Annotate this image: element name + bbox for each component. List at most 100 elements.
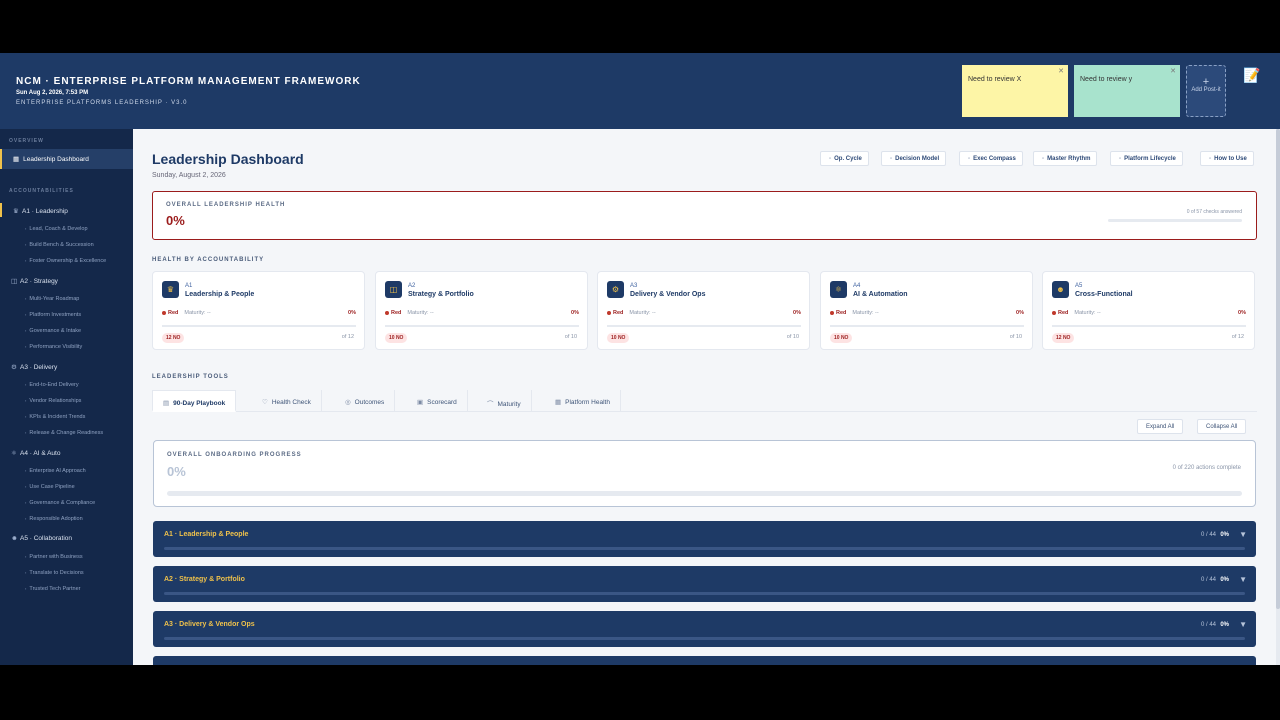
tab-platform-health[interactable]: ▦ Platform Health: [545, 390, 621, 412]
accordion-a2[interactable]: A2 · Strategy & Portfolio 0 / 44 0% ▼: [153, 566, 1256, 602]
sidebar-subitem[interactable]: Enterprise AI Approach: [25, 468, 85, 474]
sidebar-subitem[interactable]: Performance Visibility: [25, 344, 82, 350]
sidebar-item-leadership-dashboard[interactable]: ▦ Leadership Dashboard: [0, 149, 133, 169]
onboarding-value: 0%: [167, 464, 186, 479]
accordion-a3[interactable]: A3 · Delivery & Vendor Ops 0 / 44 0% ▼: [153, 611, 1256, 647]
chevron-down-icon[interactable]: ▼: [1239, 530, 1247, 539]
accordion-percent: 0%: [1220, 577, 1229, 583]
sidebar-subitem[interactable]: Governance & Compliance: [25, 500, 95, 506]
how-to-use-button[interactable]: How to Use: [1200, 151, 1254, 166]
accordion-count: 0 / 44: [1200, 622, 1216, 628]
sidebar-subitem[interactable]: Foster Ownership & Excellence: [25, 258, 106, 264]
maturity-label: Maturity: --: [1074, 310, 1101, 316]
postit-note-1[interactable]: Need to review X ✕: [962, 65, 1068, 117]
expand-all-button[interactable]: Expand All: [1137, 419, 1184, 434]
pulse-icon: ♡: [262, 399, 268, 406]
accountability-card-a2[interactable]: ◫ A2 Strategy & Portfolio Red Maturity: -…: [375, 271, 588, 350]
maturity-label: Maturity: --: [407, 310, 434, 316]
accountability-card-a1[interactable]: ♛ A1 Leadership & People Red Maturity: --…: [152, 271, 365, 350]
card-status-row: Red Maturity: -- 0%: [830, 310, 1024, 316]
add-postit-button[interactable]: + Add Post-it: [1186, 65, 1226, 117]
sidebar-group-a1[interactable]: ♛ A1 · Leadership: [0, 203, 133, 217]
sidebar-subitem[interactable]: Release & Change Readiness: [25, 430, 103, 436]
tab-health-check[interactable]: ♡ Health Check: [252, 390, 322, 412]
card-percent: 0%: [793, 310, 801, 316]
health-progress-bar: [1108, 219, 1242, 222]
sidebar-subitem[interactable]: Translate to Decisions: [25, 570, 83, 576]
card-percent: 0%: [571, 310, 579, 316]
tab-90-day-playbook[interactable]: ▤ 90-Day Playbook: [152, 390, 237, 412]
sidebar-group-a5[interactable]: ☻ A5 · Collaboration: [0, 531, 133, 545]
sidebar-subitem[interactable]: Partner with Business: [25, 554, 82, 560]
chevron-down-icon[interactable]: ▼: [1239, 575, 1247, 584]
sidebar-subitem[interactable]: Multi-Year Roadmap: [25, 296, 79, 302]
health-label: OVERALL LEADERSHIP HEALTH: [166, 202, 286, 208]
book-icon: ▤: [163, 400, 170, 407]
tab-scorecard[interactable]: ▣ Scorecard: [407, 390, 468, 412]
postit-text[interactable]: Need to review y: [1080, 76, 1132, 83]
tab-label: 90-Day Playbook: [173, 400, 226, 407]
exec-compass-button[interactable]: Exec Compass: [959, 151, 1023, 166]
card-name: AI & Automation: [853, 291, 908, 298]
sidebar-group-a3[interactable]: ⚙ A3 · Delivery: [0, 359, 133, 373]
crown-icon: ♛: [13, 208, 19, 215]
tab-label: Health Check: [271, 399, 311, 406]
card-total: of 10: [1009, 334, 1022, 340]
health-by-accountability-title: HEALTH BY ACCOUNTABILITY: [152, 257, 265, 263]
tab-outcomes[interactable]: ◎ Outcomes: [335, 390, 396, 412]
card-status-row: Red Maturity: -- 0%: [162, 310, 356, 316]
card-name: Delivery & Vendor Ops: [630, 291, 706, 298]
sidebar-subitem[interactable]: Use Case Pipeline: [25, 484, 74, 490]
close-icon[interactable]: ✕: [1170, 67, 1176, 75]
sidebar-subitem[interactable]: Build Bench & Succession: [25, 242, 93, 248]
maturity-label: Maturity: --: [184, 310, 211, 316]
sidebar-group-a4[interactable]: ⚛ A4 · AI & Auto: [0, 445, 133, 459]
postit-text[interactable]: Need to review X: [968, 76, 1021, 83]
main-scrollbar[interactable]: [1276, 129, 1280, 665]
accountability-card-a5[interactable]: ☻ A5 Cross-Functional Red Maturity: -- 0% …: [1042, 271, 1255, 350]
health-value: 0%: [166, 213, 185, 228]
accordion-a4-partial[interactable]: [153, 656, 1256, 665]
notepad-icon[interactable]: 📝: [1243, 67, 1260, 85]
status-dot-icon: [830, 310, 834, 315]
robot-icon: ⚛: [11, 450, 17, 457]
sidebar-subitem[interactable]: KPIs & Incident Trends: [25, 414, 85, 420]
chart-icon: ◫: [385, 281, 402, 298]
sidebar-group-label: A3 · Delivery: [20, 364, 58, 371]
chevron-down-icon[interactable]: ▼: [1239, 620, 1247, 629]
onboarding-count: 0 of 220 actions complete: [1172, 465, 1241, 471]
health-count: 0 of 57 checks answered: [1186, 209, 1242, 215]
sidebar-item-label: Leadership Dashboard: [23, 156, 89, 163]
sidebar-subitem[interactable]: Platform Investments: [25, 312, 81, 318]
tab-maturity[interactable]: ⌒ Maturity: [477, 390, 532, 412]
decision-model-button[interactable]: Decision Model: [881, 151, 947, 166]
platform-lifecycle-button[interactable]: Platform Lifecycle: [1110, 151, 1183, 166]
sidebar-subitem[interactable]: Vendor Relationships: [25, 398, 81, 404]
sidebar-group-a2[interactable]: ◫ A2 · Strategy: [0, 273, 133, 287]
gear-icon: ⚙: [11, 364, 17, 371]
card-name: Cross-Functional: [1075, 291, 1133, 298]
accountability-card-a4[interactable]: ⚛ A4 AI & Automation Red Maturity: -- 0% 1…: [820, 271, 1033, 350]
scrollbar-thumb[interactable]: [1276, 129, 1280, 609]
master-rhythm-button[interactable]: Master Rhythm: [1033, 151, 1098, 166]
sidebar-subitem[interactable]: Governance & Intake: [25, 328, 81, 334]
close-icon[interactable]: ✕: [1058, 67, 1064, 75]
card-name: Strategy & Portfolio: [408, 291, 474, 298]
add-postit-label: Add Post-it: [1191, 87, 1221, 93]
accordion-a1[interactable]: A1 · Leadership & People 0 / 44 0% ▼: [153, 521, 1256, 557]
collapse-all-button[interactable]: Collapse All: [1197, 419, 1247, 434]
sidebar-subitem[interactable]: Trusted Tech Partner: [25, 586, 80, 592]
app-title: NCM · ENTERPRISE PLATFORM MANAGEMENT FRA…: [16, 76, 361, 87]
accountability-card-a3[interactable]: ⚙ A3 Delivery & Vendor Ops Red Maturity: …: [597, 271, 810, 350]
sidebar-subitem[interactable]: End-to-End Delivery: [25, 382, 78, 388]
op-cycle-button[interactable]: Op. Cycle: [820, 151, 869, 166]
no-count-badge: 10 NO: [830, 333, 853, 343]
chart-icon: ◫: [11, 278, 18, 285]
sidebar-subitem[interactable]: Responsible Adoption: [25, 516, 82, 522]
sidebar-group-label: A2 · Strategy: [20, 278, 58, 285]
maturity-label: Maturity: --: [852, 310, 879, 316]
sidebar-subitem[interactable]: Lead, Coach & Develop: [25, 226, 87, 232]
postit-note-2[interactable]: Need to review y ✕: [1074, 65, 1180, 117]
card-status-row: Red Maturity: -- 0%: [1052, 310, 1246, 316]
sidebar-group-label: A5 · Collaboration: [20, 535, 73, 542]
